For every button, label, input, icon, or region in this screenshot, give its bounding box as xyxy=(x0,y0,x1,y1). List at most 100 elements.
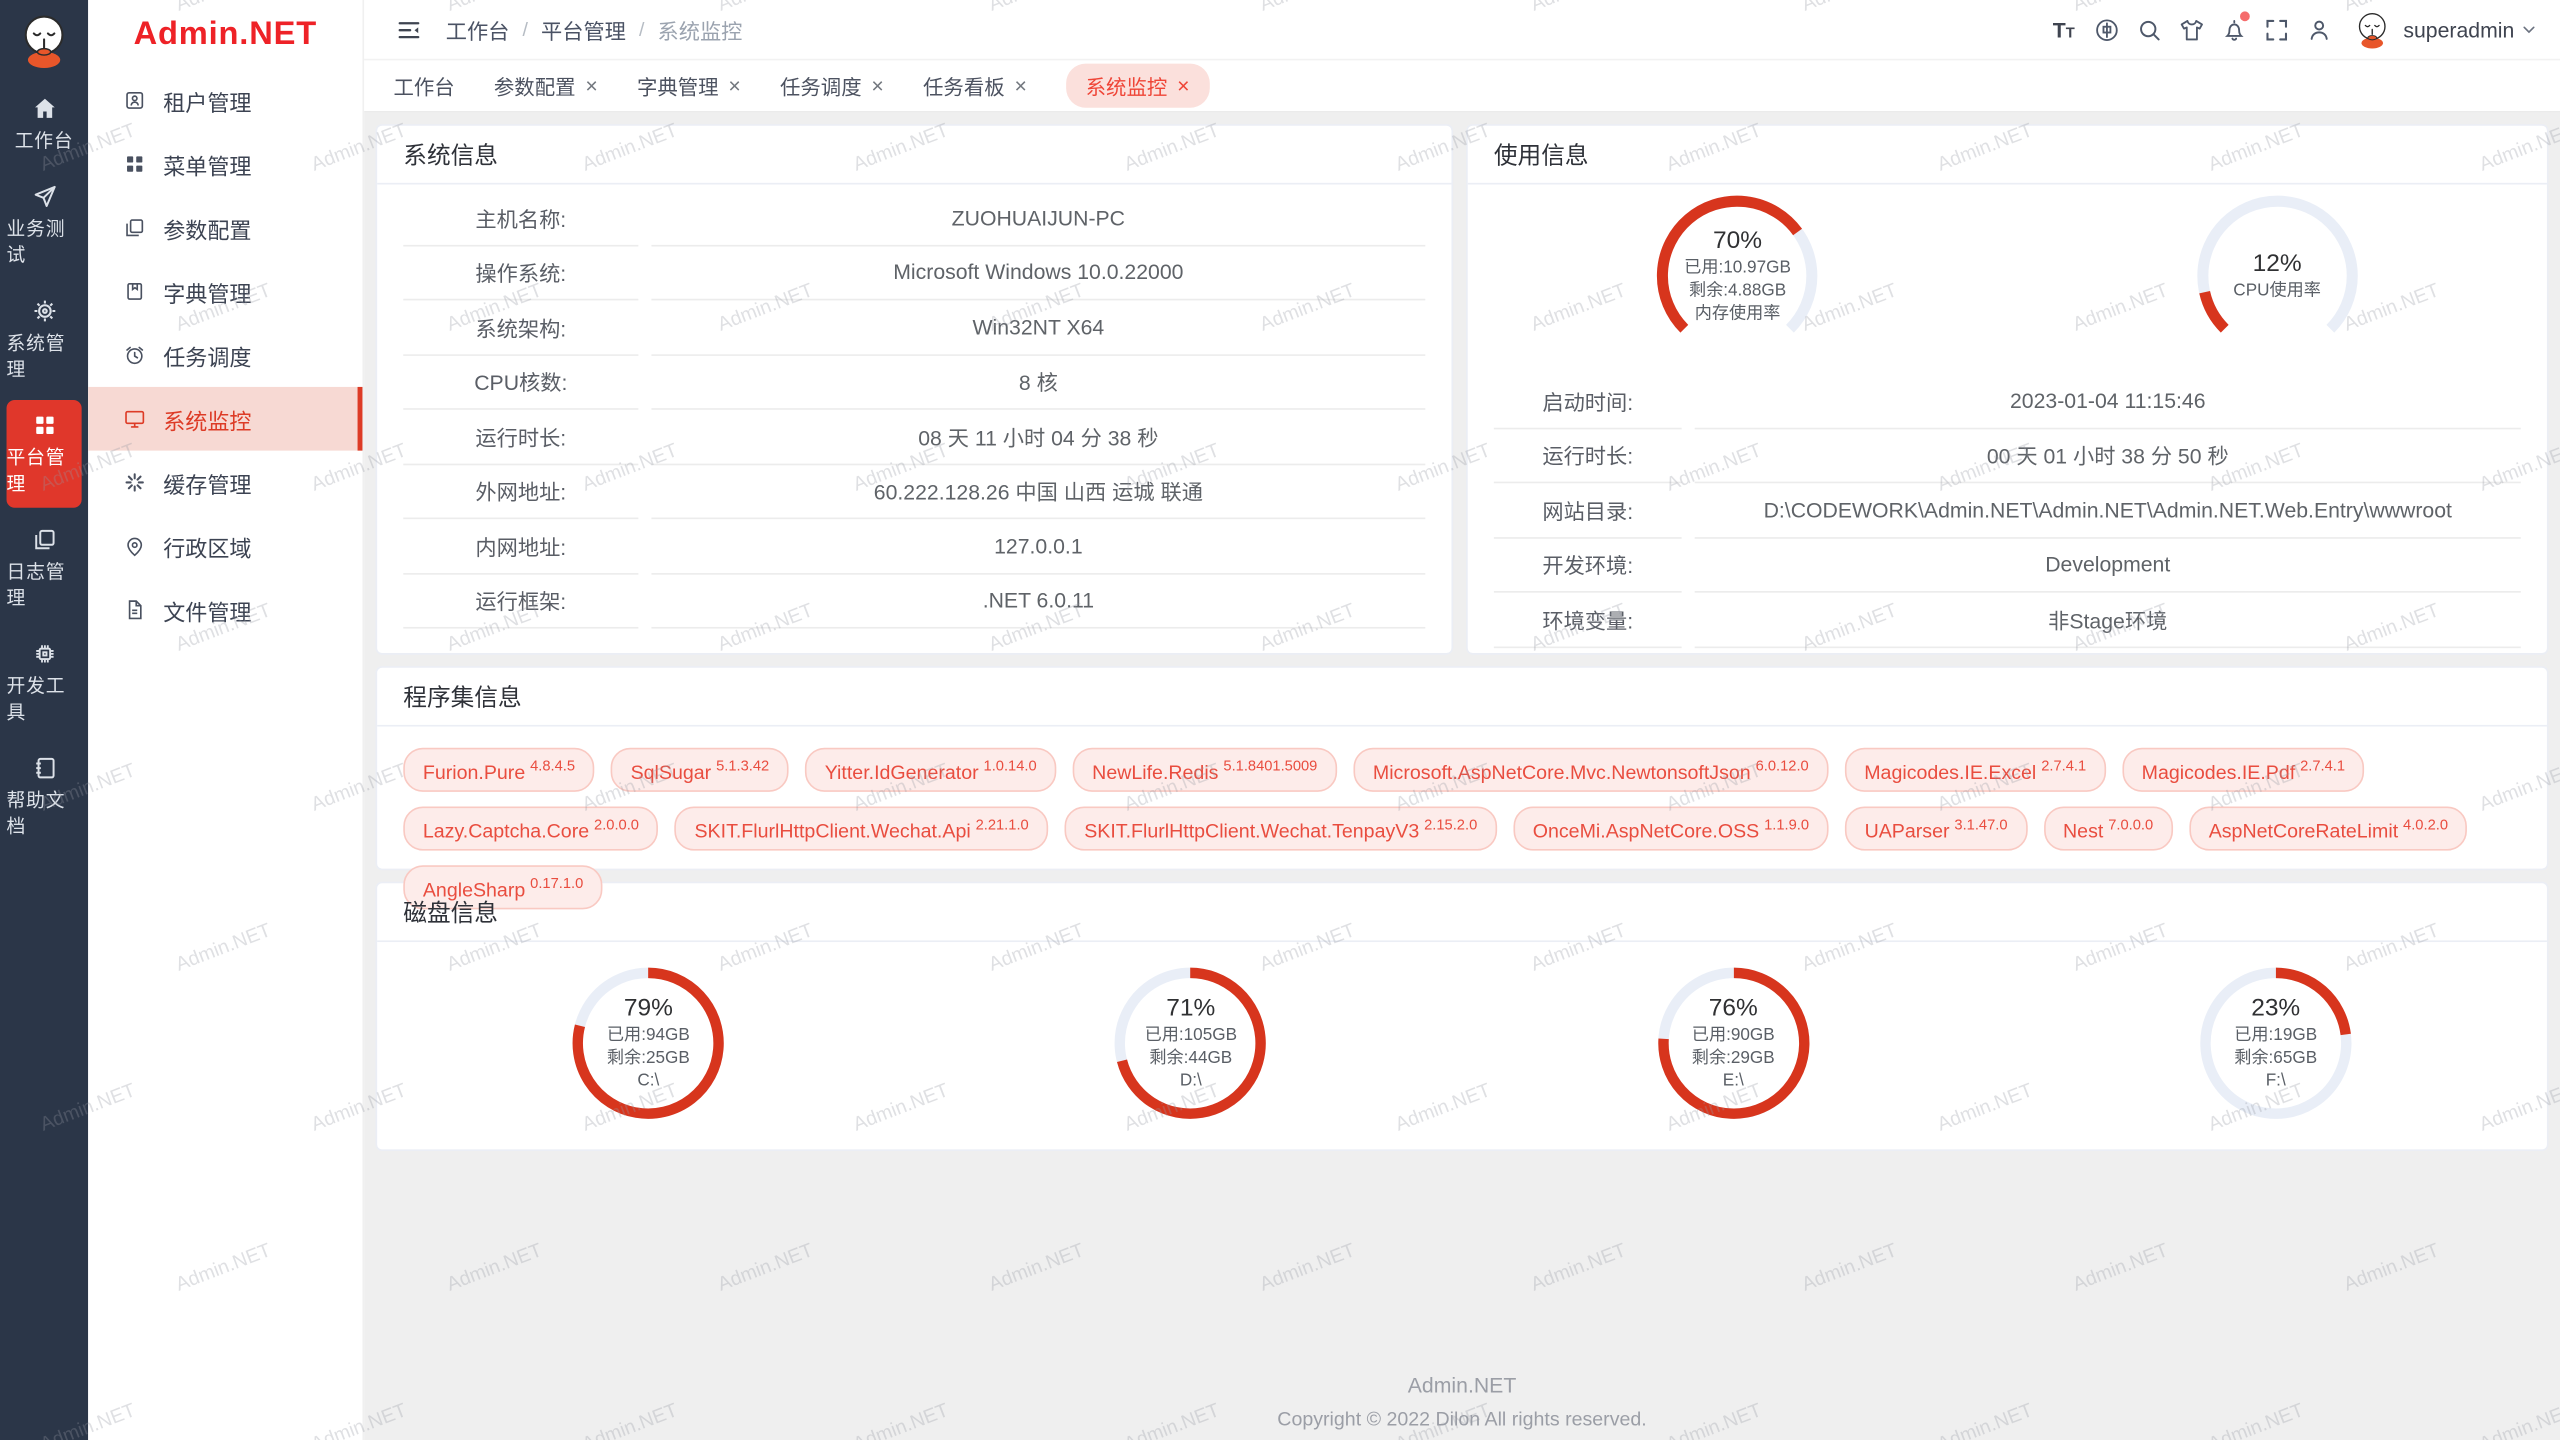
search-button[interactable] xyxy=(2127,8,2169,50)
rail-item-workbench[interactable]: 工作台 xyxy=(7,83,82,165)
font-size-icon: TT xyxy=(2053,17,2075,41)
close-icon[interactable]: × xyxy=(1177,75,1189,96)
close-icon[interactable]: × xyxy=(728,75,740,96)
home-icon xyxy=(30,95,58,123)
sidebar-item-label: 文件管理 xyxy=(163,593,251,626)
fullscreen-icon xyxy=(2262,16,2290,44)
sidebar-item-menu[interactable]: 菜单管理 xyxy=(88,132,362,196)
book-icon xyxy=(30,754,58,782)
sidebar-item-dict[interactable]: 字典管理 xyxy=(88,260,362,324)
notifications-button[interactable] xyxy=(2212,8,2254,50)
breadcrumb-item[interactable]: 平台管理 xyxy=(541,14,626,45)
user-avatar[interactable] xyxy=(2353,10,2392,49)
params-docs-icon xyxy=(122,216,146,240)
menu-fold-button[interactable] xyxy=(387,8,429,50)
chip-icon xyxy=(30,640,58,668)
breadcrumb: 工作台 / 平台管理 / 系统监控 xyxy=(446,14,743,45)
tshirt-icon xyxy=(2177,16,2205,44)
card-title: 使用信息 xyxy=(1468,126,2547,185)
send-icon xyxy=(30,183,58,211)
rail-item-dev-tools[interactable]: 开发工具 xyxy=(7,629,82,737)
close-icon[interactable]: × xyxy=(1014,75,1026,96)
disk-c-gauge: 79% 已用:94GB 剩余:25GB C:\ xyxy=(568,963,728,1123)
alarm-clock-icon xyxy=(122,343,146,367)
sidebar-item-label: 任务调度 xyxy=(163,339,251,372)
rail-item-platform-mgmt[interactable]: 平台管理 xyxy=(7,400,82,508)
search-icon xyxy=(2135,16,2163,44)
sidebar-item-label: 系统监控 xyxy=(163,402,251,435)
system-info-card: 系统信息 主机名称:ZUOHUAIJUN-PC 操作系统:Microsoft W… xyxy=(376,124,1454,655)
table-row: 操作系统:Microsoft Windows 10.0.22000 xyxy=(403,246,1425,301)
sidebar-item-schedule[interactable]: 任务调度 xyxy=(88,323,362,387)
rail-item-help-docs[interactable]: 帮助文档 xyxy=(7,743,82,851)
table-row: 系统架构:Win32NT X64 xyxy=(403,300,1425,355)
tab-config[interactable]: 参数配置× xyxy=(494,70,598,101)
primary-rail: 工作台 业务测试 系统管理 平台管理 日志管理 开发工具 帮助文档 xyxy=(0,0,88,1440)
close-icon[interactable]: × xyxy=(585,75,597,96)
copy-docs-icon xyxy=(30,526,58,554)
rail-item-business-test[interactable]: 业务测试 xyxy=(7,171,82,279)
breadcrumb-item[interactable]: 工作台 xyxy=(446,14,510,45)
table-row: 内网地址:127.0.0.1 xyxy=(403,519,1425,574)
mascot-icon xyxy=(2353,10,2392,49)
rail-item-system-mgmt[interactable]: 系统管理 xyxy=(7,286,82,394)
chevron-down-icon xyxy=(2521,21,2537,37)
sidebar-item-tenant[interactable]: 租户管理 xyxy=(88,69,362,133)
profile-button[interactable] xyxy=(2297,8,2339,50)
language-button[interactable] xyxy=(2085,8,2127,50)
disk-f-gauge: 23% 已用:19GB 剩余:65GB F:\ xyxy=(2196,963,2356,1123)
cpu-usage-gauge: 12% CPU使用率 xyxy=(2192,191,2362,361)
tab-taskboard[interactable]: 任务看板× xyxy=(923,70,1027,101)
tab-monitor[interactable]: 系统监控× xyxy=(1066,64,1209,108)
sidebar-item-label: 租户管理 xyxy=(163,84,251,117)
assembly-tag: Magicodes.IE.Pdf2.7.4.1 xyxy=(2122,748,2365,792)
usage-gauges: 70% 已用:10.97GB 剩余:4.88GB 内存使用率 xyxy=(1468,184,2547,367)
assembly-tag: Nest7.0.0.0 xyxy=(2043,807,2172,851)
tab-workbench[interactable]: 工作台 xyxy=(393,70,454,101)
admin-net-app: 工作台 业务测试 系统管理 平台管理 日志管理 开发工具 帮助文档 Admin.… xyxy=(0,0,2560,1440)
assembly-tag: SKIT.FlurlHttpClient.Wechat.Api2.21.1.0 xyxy=(675,807,1048,851)
location-pin-icon xyxy=(122,534,146,558)
main-area: 工作台 / 平台管理 / 系统监控 TT xyxy=(364,0,2560,1440)
user-menu[interactable]: superadmin xyxy=(2403,17,2537,41)
assembly-tag: NewLife.Redis5.1.8401.5009 xyxy=(1073,748,1337,792)
fullscreen-button[interactable] xyxy=(2255,8,2297,50)
disk-gauges: 79% 已用:94GB 剩余:25GB C:\ 71% xyxy=(377,942,2547,1123)
table-row: 运行时长:08 天 11 小时 04 分 38 秒 xyxy=(403,410,1425,465)
document-icon xyxy=(122,598,146,622)
sidebar-item-monitor[interactable]: 系统监控 xyxy=(88,387,362,451)
assembly-tag: UAParser3.1.47.0 xyxy=(1845,807,2027,851)
usage-info-table: 启动时间:2023-01-04 11:15:46 运行时长:00 天 01 小时… xyxy=(1468,367,2547,647)
sidebar-item-cache[interactable]: 缓存管理 xyxy=(88,451,362,515)
usage-info-card: 使用信息 70% 已用:10.97GB 剩余:4.88GB 内存使用率 xyxy=(1466,124,2548,655)
breadcrumb-separator: / xyxy=(639,18,644,41)
username-label: superadmin xyxy=(2403,17,2514,41)
spinner-icon xyxy=(122,470,146,494)
sidebar-item-label: 菜单管理 xyxy=(163,148,251,181)
table-row: 运行框架:.NET 6.0.11 xyxy=(403,574,1425,629)
assembly-tag: Lazy.Captcha.Core2.0.0.0 xyxy=(403,807,658,851)
rail-item-log-mgmt[interactable]: 日志管理 xyxy=(7,514,82,622)
card-title: 磁盘信息 xyxy=(377,883,2547,942)
sidebar-item-label: 缓存管理 xyxy=(163,466,251,499)
tab-dict[interactable]: 字典管理× xyxy=(637,70,741,101)
notification-badge xyxy=(2240,11,2250,21)
sidebar-item-label: 字典管理 xyxy=(163,275,251,308)
mascot-icon xyxy=(15,11,74,70)
mascot-avatar[interactable] xyxy=(0,0,88,80)
table-row: 启动时间:2023-01-04 11:15:46 xyxy=(1494,374,2521,429)
sidebar-item-config[interactable]: 参数配置 xyxy=(88,196,362,260)
sidebar-item-region[interactable]: 行政区域 xyxy=(88,514,362,578)
tab-schedule[interactable]: 任务调度× xyxy=(780,70,884,101)
sidebar-item-file[interactable]: 文件管理 xyxy=(88,578,362,642)
font-size-button[interactable]: TT xyxy=(2043,8,2085,50)
monitor-icon xyxy=(122,407,146,431)
assembly-tag: Magicodes.IE.Excel2.7.4.1 xyxy=(1845,748,2106,792)
footer-app-name: Admin.NET xyxy=(376,1373,2549,1397)
tabs-bar: 工作台 参数配置× 字典管理× 任务调度× 任务看板× 系统监控× xyxy=(364,60,2560,112)
close-icon[interactable]: × xyxy=(871,75,883,96)
assembly-tag: SKIT.FlurlHttpClient.Wechat.TenpayV32.15… xyxy=(1065,807,1497,851)
theme-button[interactable] xyxy=(2170,8,2212,50)
breadcrumb-item-current: 系统监控 xyxy=(657,14,742,45)
assembly-tag: Furion.Pure4.8.4.5 xyxy=(403,748,594,792)
